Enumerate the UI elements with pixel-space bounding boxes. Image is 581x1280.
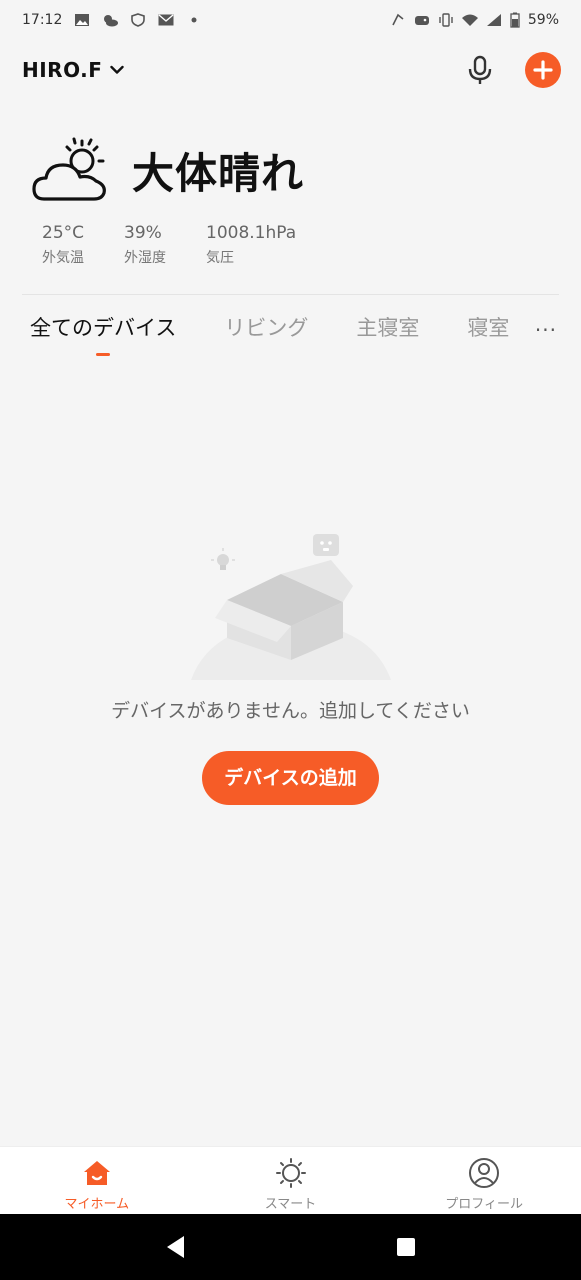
nav-smart[interactable]: スマート <box>194 1147 388 1214</box>
tab-label: 全てのデバイス <box>30 316 177 340</box>
room-tabs: 全てのデバイス リビング 主寝室 寝室 ··· <box>30 312 561 362</box>
weather-icon <box>104 15 119 27</box>
microphone-icon <box>468 55 492 84</box>
nav-label: マイホーム <box>64 1197 130 1212</box>
tab-living[interactable]: リビング <box>224 312 308 342</box>
shield-icon <box>131 13 146 27</box>
home-square-icon[interactable] <box>395 1236 417 1258</box>
app-header: HIRO.F <box>22 50 561 90</box>
back-icon[interactable] <box>164 1234 188 1260</box>
tab-label: 寝室 <box>467 316 510 340</box>
active-tab-indicator <box>96 353 111 356</box>
empty-box-illustration <box>190 534 391 680</box>
stat-label: 気圧 <box>206 250 235 266</box>
dot-icon <box>191 17 197 23</box>
signal-icon <box>486 14 501 26</box>
status-time: 17:12 <box>22 12 63 28</box>
weather-stats: 25°C 外気温 39% 外湿度 1008.1hPa 気圧 <box>42 223 550 267</box>
more-tabs-button[interactable]: ··· <box>535 318 557 342</box>
partly-cloudy-icon <box>32 137 106 201</box>
vibrate-icon <box>439 13 453 27</box>
mail-icon <box>158 14 174 26</box>
tab-label: 主寝室 <box>356 316 420 340</box>
weather-panel: 大体晴れ 25°C 外気温 39% 外湿度 1008.1hPa 気圧 <box>30 135 550 267</box>
stat-pressure: 1008.1hPa 気圧 <box>206 223 296 267</box>
wifi-icon <box>461 14 478 26</box>
image-icon <box>75 14 90 26</box>
user-icon <box>469 1158 500 1188</box>
section-divider <box>22 294 559 295</box>
nav-label: プロフィール <box>445 1197 524 1212</box>
chevron-down-icon[interactable] <box>110 63 125 77</box>
voice-button[interactable] <box>463 53 497 87</box>
weather-condition: 大体晴れ <box>132 148 305 198</box>
empty-message: デバイスがありません。追加してください <box>111 700 470 722</box>
battery-percent: 59% <box>527 12 559 28</box>
home-selector[interactable]: HIRO.F <box>22 58 102 82</box>
gamepad-icon <box>414 16 429 25</box>
stat-label: 外湿度 <box>124 250 167 266</box>
stat-temperature: 25°C 外気温 <box>42 223 84 267</box>
tab-master-bedroom[interactable]: 主寝室 <box>356 312 419 342</box>
stat-value: 25°C <box>42 223 85 243</box>
bottom-navigation: マイホーム スマート プロフィール <box>0 1146 581 1214</box>
stat-humidity: 39% 外湿度 <box>124 223 166 267</box>
sun-icon <box>275 1158 306 1188</box>
tab-bedroom[interactable]: 寝室 <box>467 312 509 342</box>
battery-icon <box>510 12 520 28</box>
status-bar: 17:12 59% <box>0 0 581 40</box>
stat-value: 39% <box>124 223 162 243</box>
system-navigation-bar <box>0 1214 581 1280</box>
nav-profile[interactable]: プロフィール <box>387 1147 581 1214</box>
nfc-icon <box>392 13 404 26</box>
stat-value: 1008.1hPa <box>206 223 297 243</box>
home-icon <box>83 1161 110 1185</box>
nav-label: スマート <box>264 1197 317 1212</box>
empty-state: デバイスがありません。追加してください デバイスの追加 <box>0 530 581 805</box>
stat-label: 外気温 <box>42 250 84 266</box>
plus-icon <box>533 60 553 80</box>
nav-my-home[interactable]: マイホーム <box>0 1147 194 1214</box>
add-button[interactable] <box>525 52 561 88</box>
add-device-button[interactable]: デバイスの追加 <box>202 751 379 805</box>
tab-all-devices[interactable]: 全てのデバイス <box>30 312 177 356</box>
tab-label: リビング <box>224 316 309 340</box>
